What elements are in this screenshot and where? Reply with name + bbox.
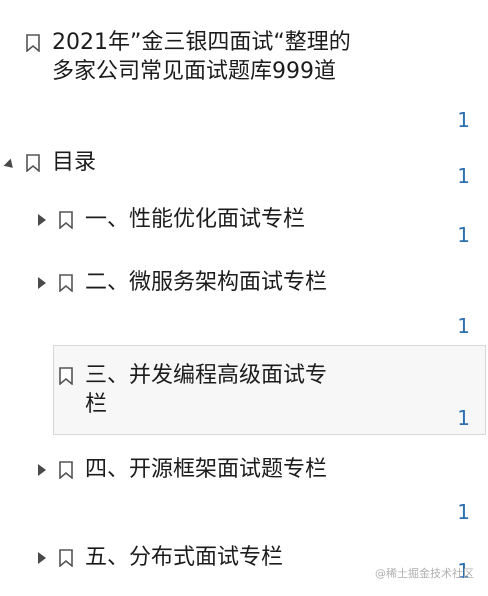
chevron-right-icon[interactable] <box>38 277 46 289</box>
outline-item-open-source[interactable]: 四、开源框架面试题专栏 1 <box>0 455 488 525</box>
page-number: 1 <box>457 223 470 247</box>
chevron-right-icon[interactable] <box>38 552 46 564</box>
bookmark-icon <box>59 549 73 567</box>
bookmark-icon <box>59 274 73 292</box>
page-number: 1 <box>457 406 470 430</box>
outline-item-document-title[interactable]: 2021年”金三银四面试“整理的多家公司常见面试题库999道 1 <box>0 28 488 132</box>
outline-item-label: 三、并发编程高级面试专栏 <box>85 363 328 417</box>
page-number: 1 <box>457 314 470 338</box>
bookmark-icon <box>26 154 40 172</box>
outline-item-label: 五、分布式面试专栏 <box>85 545 284 570</box>
bookmark-icon <box>59 211 73 229</box>
outline-item-label: 目录 <box>52 150 97 175</box>
outline-item-label: 四、开源框架面试题专栏 <box>85 457 328 482</box>
chevron-right-icon[interactable] <box>38 464 46 476</box>
page-number: 1 <box>457 164 470 188</box>
outline-item-label: 二、微服务架构面试专栏 <box>85 270 328 295</box>
outline-item-microservices[interactable]: 二、微服务架构面试专栏 1 <box>0 268 488 338</box>
bookmark-icon <box>59 461 73 479</box>
outline-item-label: 2021年”金三银四面试“整理的多家公司常见面试题库999道 <box>52 30 351 84</box>
chevron-right-icon[interactable] <box>38 214 46 226</box>
outline-item-label: 一、性能优化面试专栏 <box>85 207 306 232</box>
page-number: 1 <box>457 108 470 132</box>
outline-item-toc[interactable]: 目录 1 <box>0 148 488 188</box>
watermark: @稀土掘金技术社区 <box>375 567 474 580</box>
outline-item-performance[interactable]: 一、性能优化面试专栏 1 <box>0 205 488 247</box>
page-number: 1 <box>457 500 470 524</box>
chevron-down-icon[interactable] <box>3 158 17 172</box>
outline-item-concurrency[interactable]: 三、并发编程高级面试专栏 1 <box>0 361 488 431</box>
bookmark-icon <box>59 367 73 385</box>
bookmark-icon <box>26 34 40 52</box>
